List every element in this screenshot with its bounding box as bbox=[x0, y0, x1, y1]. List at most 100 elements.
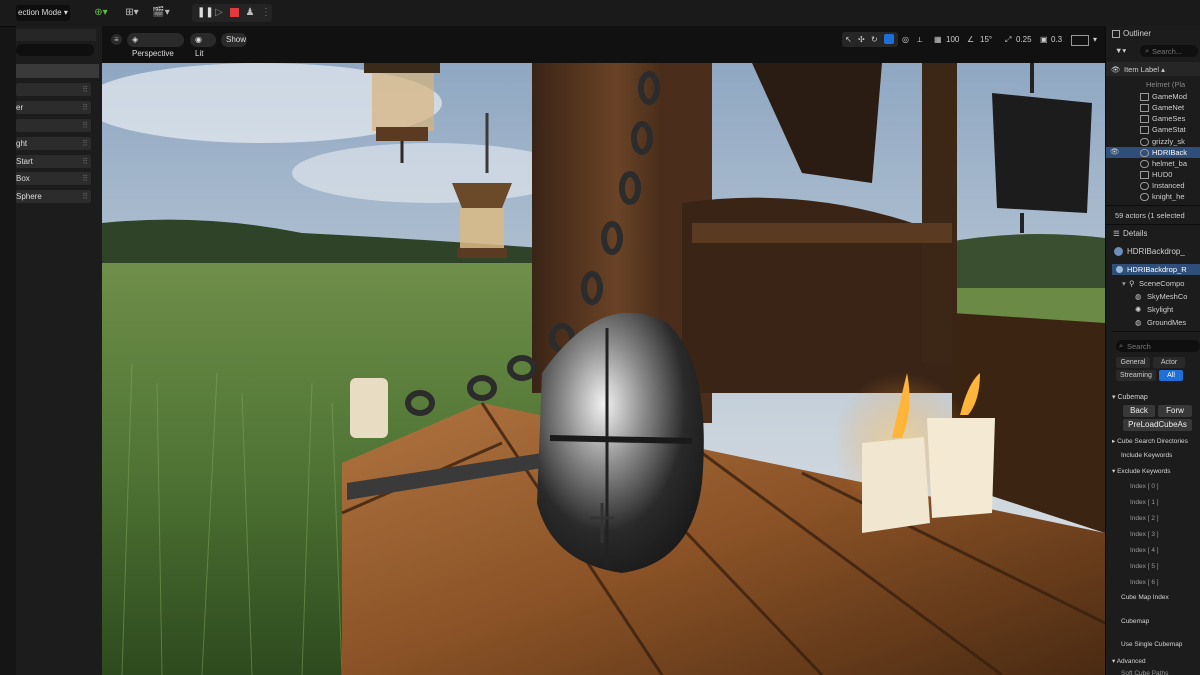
visibility-icon[interactable]: 👁 bbox=[1111, 65, 1121, 74]
move-tool-icon[interactable]: ✣ bbox=[858, 33, 865, 46]
actor-type-icon bbox=[1114, 247, 1123, 256]
cube-search-directories-row[interactable]: ▸ Cube Search Directories bbox=[1112, 437, 1200, 445]
advance-frame-icon[interactable]: ▷ bbox=[213, 6, 225, 20]
back-button[interactable]: Back bbox=[1123, 405, 1155, 417]
list-item[interactable]: GameMod bbox=[1152, 91, 1200, 102]
blueprint-icon[interactable]: ⊞▾ bbox=[121, 6, 143, 20]
chevron-down-icon[interactable]: ▾ bbox=[1093, 33, 1097, 46]
world-space-icon[interactable]: ◎ bbox=[902, 33, 909, 46]
viewport-layout-icon[interactable] bbox=[1071, 35, 1089, 46]
eject-icon[interactable]: ♟ bbox=[244, 6, 256, 20]
stop-icon[interactable] bbox=[230, 8, 239, 17]
component-item[interactable]: Skylight bbox=[1147, 305, 1200, 314]
list-item[interactable]: grizzly_sk bbox=[1152, 136, 1200, 147]
rotate-tool-icon[interactable]: ↻ bbox=[871, 33, 878, 46]
search-icon: ⌕ bbox=[1119, 341, 1124, 350]
list-item[interactable]: helmet_ba bbox=[1152, 158, 1200, 169]
preload-cube-assets-button[interactable]: PreLoadCubeAs bbox=[1123, 419, 1192, 431]
visibility-icon[interactable]: 👁 bbox=[1110, 147, 1120, 156]
hamburger-menu-icon[interactable]: ≡ bbox=[111, 34, 122, 45]
list-item[interactable]: Box ⠿ bbox=[16, 172, 91, 185]
component-item[interactable]: SceneCompo bbox=[1139, 279, 1200, 288]
grip-icon: ⠿ bbox=[82, 157, 88, 166]
list-item[interactable]: GameNet bbox=[1152, 102, 1200, 113]
forward-button[interactable]: Forw bbox=[1158, 405, 1192, 417]
cinematics-icon[interactable]: 🎬▾ bbox=[150, 6, 172, 20]
list-item[interactable]: Start ⠿ bbox=[16, 155, 91, 168]
scale-snap-value[interactable]: 0.25 bbox=[1016, 33, 1032, 46]
list-item[interactable]: er ⠿ bbox=[16, 101, 91, 114]
keyword-index-label: Index [ 5 ] bbox=[1130, 563, 1159, 570]
item-label-column[interactable]: Item Label ▴ bbox=[1124, 65, 1165, 74]
expand-arrow-icon: ▾ bbox=[1112, 468, 1116, 475]
outliner-search-placeholder: Search... bbox=[1152, 47, 1183, 56]
select-tool-icon[interactable]: ↖ bbox=[845, 33, 852, 46]
actor-icon bbox=[1140, 126, 1149, 134]
grip-icon: ⠿ bbox=[82, 85, 88, 94]
filter-general-button[interactable]: General bbox=[1116, 357, 1150, 368]
keyword-index-label: Index [ 6 ] bbox=[1130, 579, 1159, 586]
list-item[interactable]: HUD0 bbox=[1152, 169, 1200, 180]
rotation-snap-value[interactable]: 15° bbox=[980, 33, 992, 46]
component-root[interactable]: HDRIBackdrop_R bbox=[1127, 265, 1200, 274]
list-item[interactable]: Helmet (Pla bbox=[1124, 79, 1200, 90]
left-category-header bbox=[16, 64, 99, 78]
list-item-selected[interactable]: HDRIBack bbox=[1152, 147, 1200, 158]
keyword-index-label: Index [ 2 ] bbox=[1130, 515, 1159, 522]
show-button[interactable]: Show bbox=[221, 33, 247, 47]
expand-arrow-icon[interactable]: ▾ bbox=[1122, 279, 1126, 288]
actor-name-field[interactable]: HDRIBackdrop_ bbox=[1127, 247, 1200, 256]
advanced-section[interactable]: ▾ Advanced bbox=[1112, 657, 1200, 665]
grip-icon: ⠿ bbox=[82, 121, 88, 130]
camera-speed-icon[interactable]: ▣ bbox=[1040, 33, 1048, 46]
mesh-component-icon: ◍ bbox=[1135, 318, 1142, 327]
lit-icon: ◉ bbox=[195, 35, 202, 44]
camera-speed-value[interactable]: 0.3 bbox=[1051, 33, 1062, 46]
list-item[interactable]: GameStat bbox=[1152, 124, 1200, 135]
list-item[interactable]: GameSes bbox=[1152, 113, 1200, 124]
surface-snap-icon[interactable]: ⟂ bbox=[917, 33, 922, 46]
include-keywords-row[interactable]: Include Keywords bbox=[1121, 452, 1200, 459]
grid-snap-value[interactable]: 100 bbox=[946, 33, 959, 46]
left-search-input[interactable] bbox=[16, 44, 94, 56]
component-item[interactable]: SkyMeshCo bbox=[1147, 292, 1200, 301]
details-icon: ☰ bbox=[1113, 229, 1120, 238]
details-title[interactable]: Details bbox=[1123, 229, 1147, 238]
list-item[interactable]: ⠿ bbox=[16, 83, 91, 96]
scale-snap-icon[interactable]: ⤢ bbox=[1005, 33, 1011, 46]
filter-icon[interactable]: ▼▾ bbox=[1115, 46, 1126, 55]
filter-actor-button[interactable]: Actor bbox=[1153, 357, 1185, 368]
use-single-cubemap-label: Use Single Cubemap bbox=[1121, 641, 1183, 648]
cubemap-section[interactable]: ▾ Cubemap bbox=[1112, 393, 1200, 401]
light-component-icon: ✺ bbox=[1135, 305, 1142, 314]
level-viewport[interactable] bbox=[102, 63, 1105, 675]
keyword-index-label: Index [ 3 ] bbox=[1130, 531, 1159, 538]
soft-cube-paths-row[interactable]: Soft Cube Paths bbox=[1121, 670, 1200, 675]
collapse-arrow-icon: ▸ bbox=[1112, 438, 1116, 445]
main-toolbar bbox=[0, 0, 1200, 27]
exclude-keywords-row[interactable]: ▾ Exclude Keywords bbox=[1112, 467, 1200, 475]
component-item[interactable]: GroundMes bbox=[1147, 318, 1200, 327]
scene-render bbox=[102, 63, 1105, 675]
grip-icon: ⠿ bbox=[82, 192, 88, 201]
expand-arrow-icon: ▾ bbox=[1112, 658, 1116, 665]
filter-streaming-button[interactable]: Streaming bbox=[1116, 370, 1156, 381]
lit-button[interactable]: ◉ Lit bbox=[190, 33, 216, 58]
list-item[interactable]: Sphere ⠿ bbox=[16, 190, 91, 203]
add-actor-icon[interactable]: ⊕▾ bbox=[90, 6, 112, 20]
more-options-icon[interactable]: ⋮ bbox=[261, 6, 271, 20]
grid-snap-icon[interactable]: ▦ bbox=[934, 33, 942, 46]
list-item[interactable]: knight_he bbox=[1152, 191, 1200, 202]
pause-icon[interactable]: ❚❚ bbox=[197, 6, 214, 20]
selection-mode-dropdown[interactable]: ection Mode ▾ bbox=[16, 5, 70, 21]
filter-all-button[interactable]: All bbox=[1159, 370, 1183, 381]
list-item[interactable]: ght ⠿ bbox=[16, 137, 91, 150]
list-item[interactable]: Instanced bbox=[1152, 180, 1200, 191]
sort-ascending-icon: ▴ bbox=[1161, 65, 1165, 74]
rotation-snap-icon[interactable]: ∠ bbox=[967, 33, 974, 46]
scale-tool-icon[interactable] bbox=[884, 34, 894, 44]
grip-icon: ⠿ bbox=[82, 103, 88, 112]
perspective-button[interactable]: ◈ Perspective bbox=[127, 33, 184, 58]
outliner-title[interactable]: Outliner bbox=[1123, 29, 1151, 38]
list-item[interactable]: ⠿ bbox=[16, 119, 91, 132]
